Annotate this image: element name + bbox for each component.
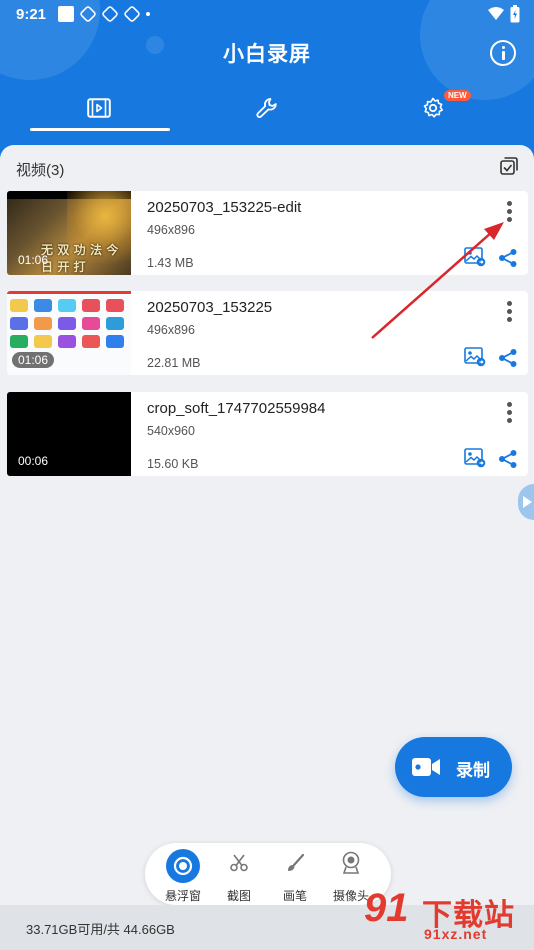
site-watermark: 91 下载站 91xz.net [360, 884, 534, 950]
brush-icon [288, 853, 305, 871]
camera-icon [342, 851, 360, 874]
tool-floating-window[interactable]: 悬浮窗 [155, 843, 211, 905]
tool-label: 截图 [226, 889, 251, 903]
tool-brush[interactable]: 画笔 [267, 843, 323, 905]
video-camera-icon [412, 758, 440, 776]
quick-tools-bar: 悬浮窗 截图 画笔 摄像头 [145, 843, 391, 905]
floating-window-icon [166, 849, 200, 883]
scissors-icon [230, 854, 248, 872]
watermark-url: 91xz.net [424, 926, 488, 942]
tool-label: 画笔 [282, 889, 307, 903]
storage-info: 33.71GB可用/共 44.66GB [26, 922, 175, 937]
tool-label: 悬浮窗 [164, 889, 201, 903]
record-button[interactable]: 录制 [395, 737, 512, 797]
record-label: 录制 [456, 761, 490, 780]
watermark-number: 91 [364, 886, 409, 930]
annotation-arrow [371, 222, 504, 339]
tool-screenshot[interactable]: 截图 [211, 843, 267, 905]
